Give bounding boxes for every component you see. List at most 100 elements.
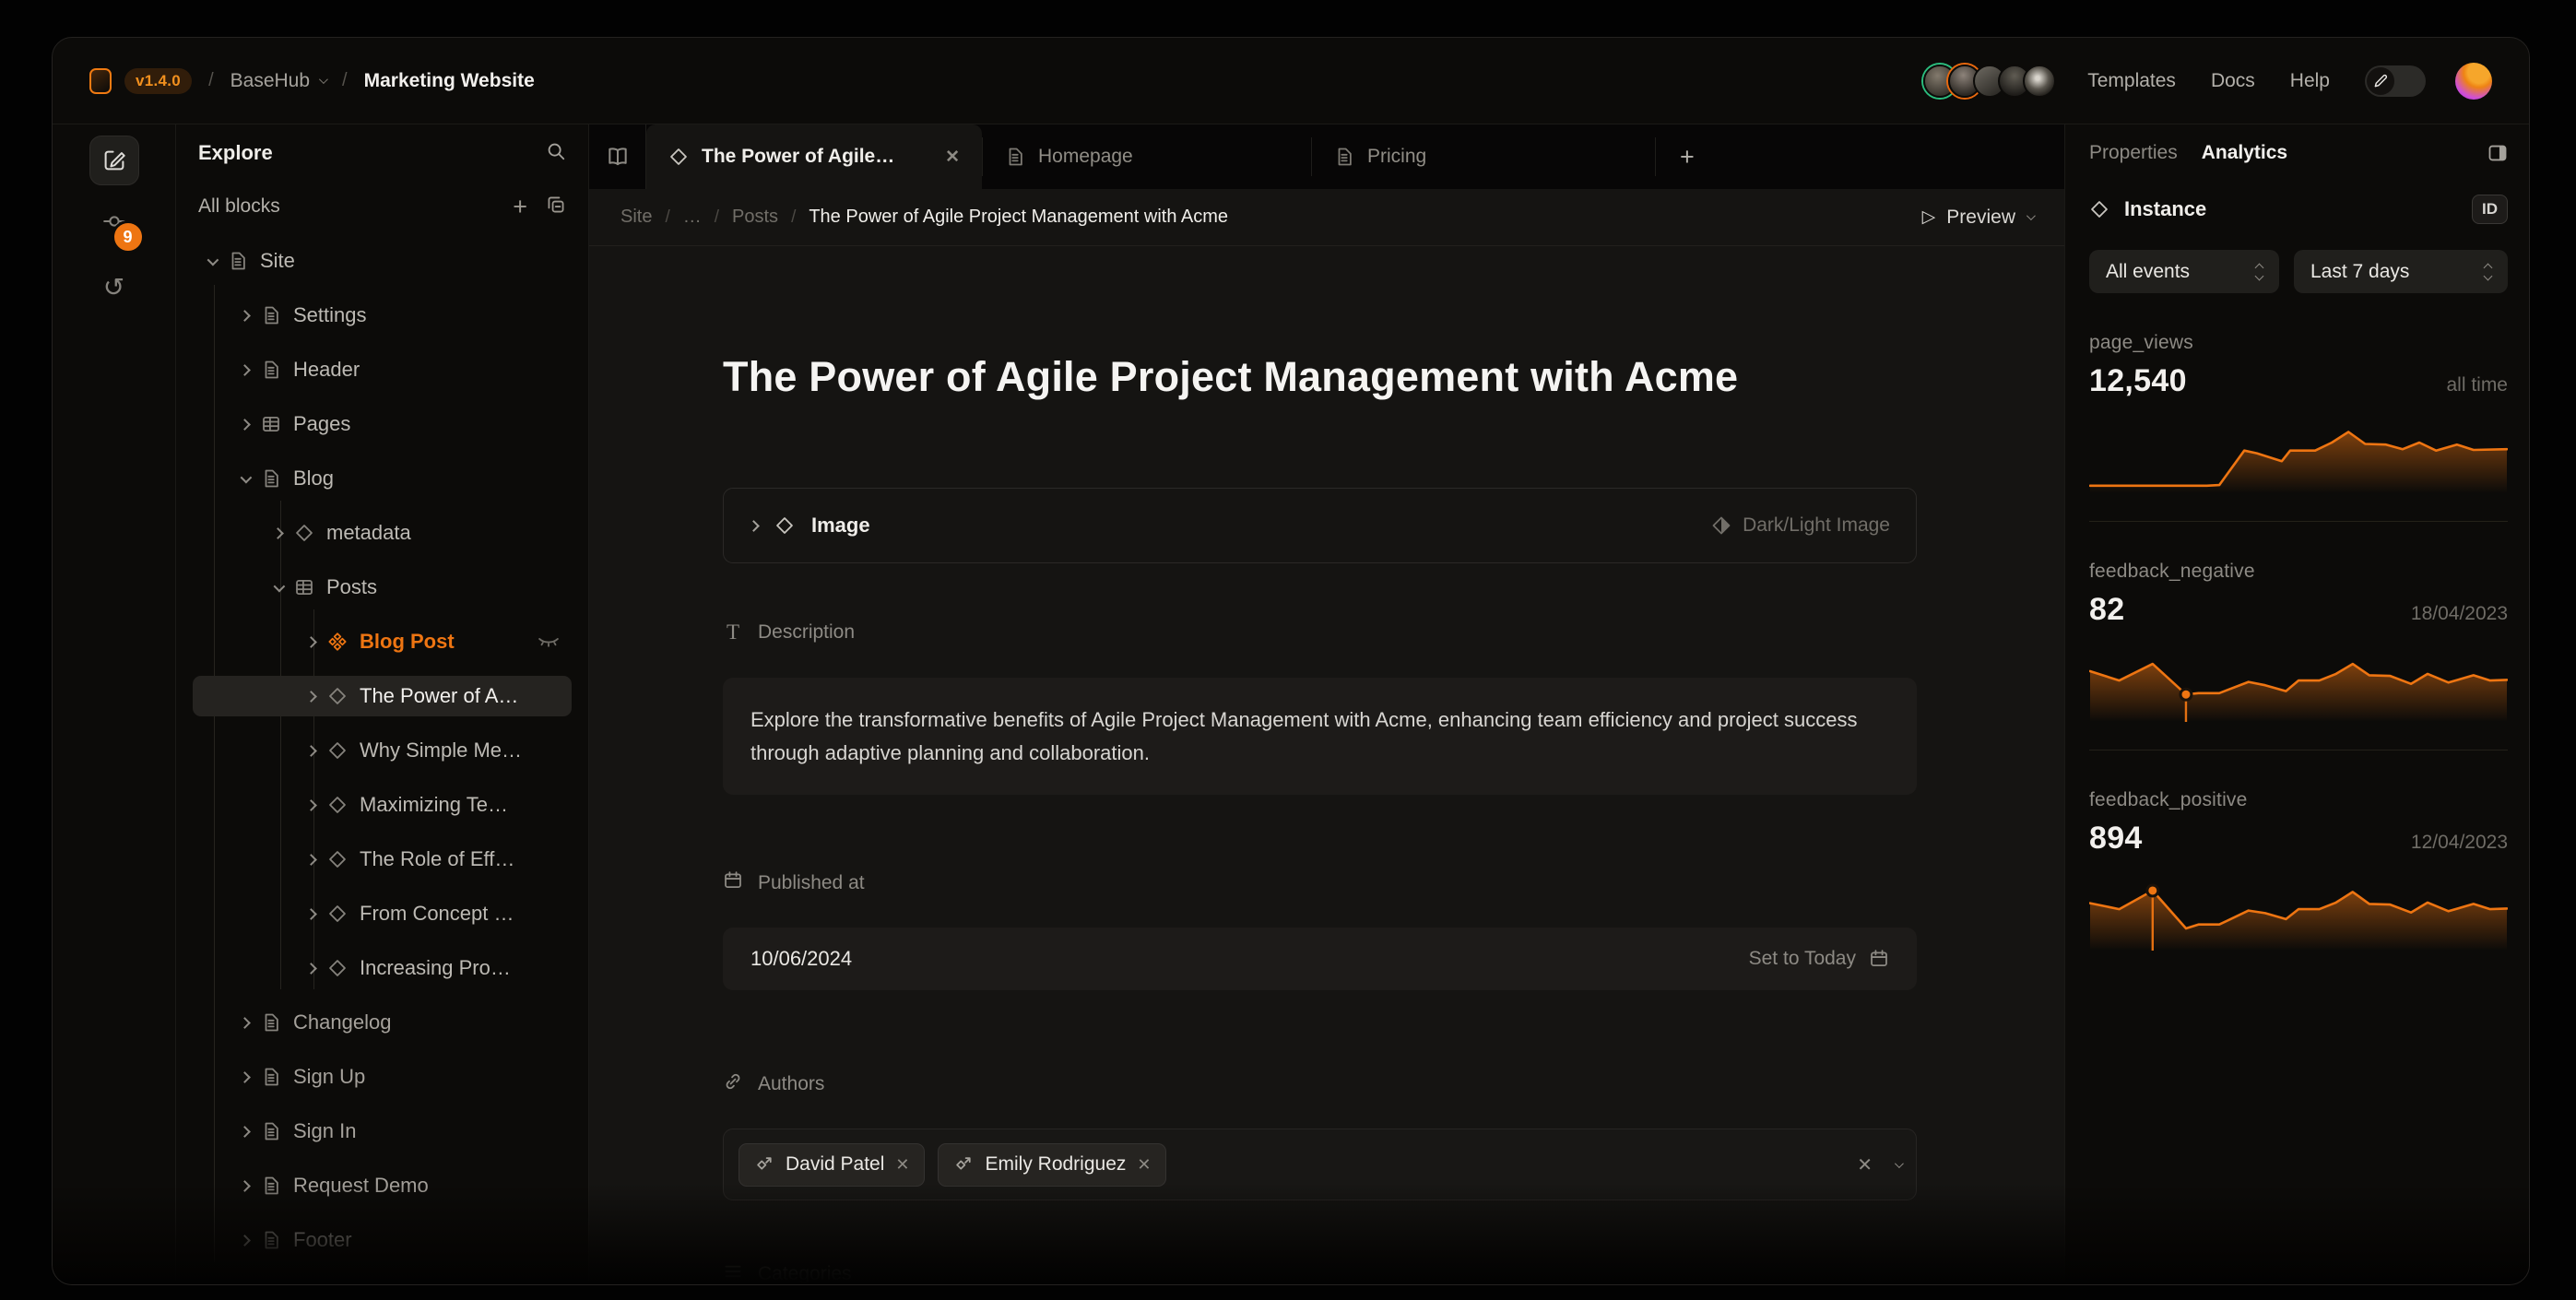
- sidebar-item-header[interactable]: Header: [193, 349, 572, 390]
- chevron-down-icon[interactable]: [274, 580, 286, 592]
- chevron-right-icon[interactable]: [239, 419, 251, 431]
- sidebar-item-footer[interactable]: Footer: [193, 1220, 572, 1260]
- breadcrumb-site[interactable]: Site: [620, 207, 652, 228]
- sidebar-item-why-simple[interactable]: Why Simple Me…: [193, 730, 572, 771]
- image-block[interactable]: Image Dark/Light Image: [723, 488, 1917, 563]
- events-select[interactable]: All events: [2089, 250, 2279, 293]
- chevron-right-icon[interactable]: [239, 1071, 251, 1083]
- compose-button[interactable]: [89, 136, 139, 185]
- sidebar-item-maximizing[interactable]: Maximizing Te…: [193, 785, 572, 825]
- history-button[interactable]: ↺: [103, 275, 124, 301]
- pencil-icon: [2367, 67, 2394, 95]
- tab-pricing[interactable]: Pricing: [1312, 124, 1655, 189]
- workspace-menu[interactable]: BaseHub: [230, 70, 325, 92]
- chevron-right-icon[interactable]: [239, 1126, 251, 1138]
- sidebar-item-label: Pages: [293, 412, 350, 436]
- set-to-today-button[interactable]: Set to Today: [1749, 948, 1889, 970]
- document-icon: [261, 1230, 281, 1250]
- preview-button[interactable]: ▷ Preview: [1922, 207, 2033, 229]
- version-badge[interactable]: v1.4.0: [124, 68, 192, 94]
- commit-button[interactable]: 9: [102, 209, 126, 238]
- chevron-right-icon[interactable]: [748, 520, 760, 532]
- tab-label: The Power of Agile…: [702, 146, 894, 168]
- sidebar-item-metadata[interactable]: metadata: [193, 513, 572, 553]
- clear-all-icon[interactable]: ✕: [1857, 1153, 1873, 1176]
- breadcrumb-posts[interactable]: Posts: [732, 207, 778, 228]
- chevron-right-icon[interactable]: [305, 745, 317, 757]
- chevron-right-icon[interactable]: [305, 854, 317, 866]
- templates-link[interactable]: Templates: [2087, 70, 2176, 92]
- chevron-right-icon[interactable]: [305, 691, 317, 703]
- sidebar-item-posts[interactable]: Posts: [193, 567, 572, 608]
- chevron-right-icon[interactable]: [305, 963, 317, 975]
- chevron-right-icon[interactable]: [305, 636, 317, 648]
- collapse-all-icon[interactable]: [546, 195, 566, 219]
- chevron-right-icon[interactable]: [239, 1235, 251, 1247]
- description-input[interactable]: Explore the transformative benefits of A…: [723, 678, 1917, 795]
- sidebar-item-from-concept[interactable]: From Concept …: [193, 893, 572, 934]
- sidebar-item-the-power-of-agile[interactable]: The Power of A…: [193, 676, 572, 716]
- add-block-button[interactable]: +: [513, 195, 527, 219]
- tab-homepage[interactable]: Homepage: [983, 124, 1311, 189]
- text-type-icon: T: [723, 620, 743, 644]
- image-block-label: Image: [811, 514, 870, 538]
- remove-tag-icon[interactable]: ✕: [1137, 1155, 1151, 1175]
- chevron-right-icon[interactable]: [239, 364, 251, 376]
- panel-toggle-icon[interactable]: [2487, 143, 2508, 163]
- chevron-right-icon[interactable]: [305, 799, 317, 811]
- range-select[interactable]: Last 7 days: [2294, 250, 2508, 293]
- chevron-down-icon[interactable]: [1895, 1159, 1904, 1168]
- metric-feedback-negative: feedback_negative 82 18/04/2023: [2089, 561, 2508, 724]
- sidebar-item-settings[interactable]: Settings: [193, 295, 572, 336]
- avatar[interactable]: [2023, 65, 2056, 98]
- new-tab-button[interactable]: +: [1656, 124, 1719, 189]
- author-tag[interactable]: David Patel ✕: [739, 1143, 925, 1187]
- chevron-right-icon[interactable]: [239, 310, 251, 322]
- sidebar-item-blog[interactable]: Blog: [193, 458, 572, 499]
- tab-the-power-of-agile[interactable]: The Power of Agile… ✕: [646, 124, 982, 189]
- sidebar-item-increasing[interactable]: Increasing Pro…: [193, 948, 572, 988]
- body-columns: 9 ↺ Explore All blocks +: [53, 124, 2529, 1284]
- sidebar-item-pages[interactable]: Pages: [193, 404, 572, 444]
- published-date-input[interactable]: 10/06/2024 Set to Today: [723, 928, 1917, 990]
- docs-link[interactable]: Docs: [2211, 70, 2255, 92]
- chevron-right-icon[interactable]: [239, 1180, 251, 1192]
- chevron-down-icon[interactable]: [241, 471, 253, 483]
- close-icon[interactable]: ✕: [945, 147, 960, 168]
- sidebar-item-sign-up[interactable]: Sign Up: [193, 1057, 572, 1097]
- sidebar-item-the-role[interactable]: The Role of Eff…: [193, 839, 572, 880]
- author-tag[interactable]: Emily Rodriguez ✕: [938, 1143, 1166, 1187]
- sidebar-item-label: Changelog: [293, 1010, 391, 1034]
- metric-name: feedback_negative: [2089, 561, 2508, 583]
- metric-name: feedback_positive: [2089, 789, 2508, 811]
- remove-tag-icon[interactable]: ✕: [895, 1155, 909, 1175]
- user-avatar[interactable]: [2455, 63, 2492, 100]
- all-blocks-row: All blocks +: [193, 182, 572, 231]
- tab-properties[interactable]: Properties: [2089, 142, 2178, 164]
- search-icon[interactable]: [546, 141, 566, 166]
- tab-label: Homepage: [1038, 146, 1133, 168]
- edit-mode-toggle[interactable]: [2365, 65, 2426, 97]
- library-button[interactable]: [589, 124, 646, 189]
- explore-sidebar: Explore All blocks +: [176, 124, 589, 1284]
- diamond-icon: [327, 958, 348, 978]
- help-link[interactable]: Help: [2290, 70, 2330, 92]
- hidden-eye-icon[interactable]: [537, 634, 561, 650]
- breadcrumb-ellipsis[interactable]: …: [683, 207, 702, 228]
- metric-feedback-positive: feedback_positive 894 12/04/2023: [2089, 789, 2508, 952]
- sidebar-item-blog-post[interactable]: Blog Post: [193, 621, 572, 662]
- sidebar-item-site[interactable]: Site: [193, 241, 572, 281]
- sidebar-item-request-demo[interactable]: Request Demo: [193, 1165, 572, 1206]
- sidebar-item-sign-in[interactable]: Sign In: [193, 1111, 572, 1152]
- id-badge[interactable]: ID: [2472, 195, 2508, 224]
- chevron-right-icon[interactable]: [305, 908, 317, 920]
- chevron-down-icon[interactable]: [207, 254, 219, 266]
- tab-analytics[interactable]: Analytics: [2202, 142, 2287, 164]
- sidebar-item-changelog[interactable]: Changelog: [193, 1002, 572, 1043]
- app-logo-icon[interactable]: [89, 68, 112, 94]
- metric-value: 82: [2089, 592, 2124, 628]
- chevron-right-icon[interactable]: [272, 527, 284, 539]
- authors-input[interactable]: David Patel ✕ Emily Rodriguez ✕ ✕: [723, 1129, 1917, 1200]
- page-title: The Power of Agile Project Management wi…: [723, 353, 1917, 401]
- chevron-right-icon[interactable]: [239, 1017, 251, 1029]
